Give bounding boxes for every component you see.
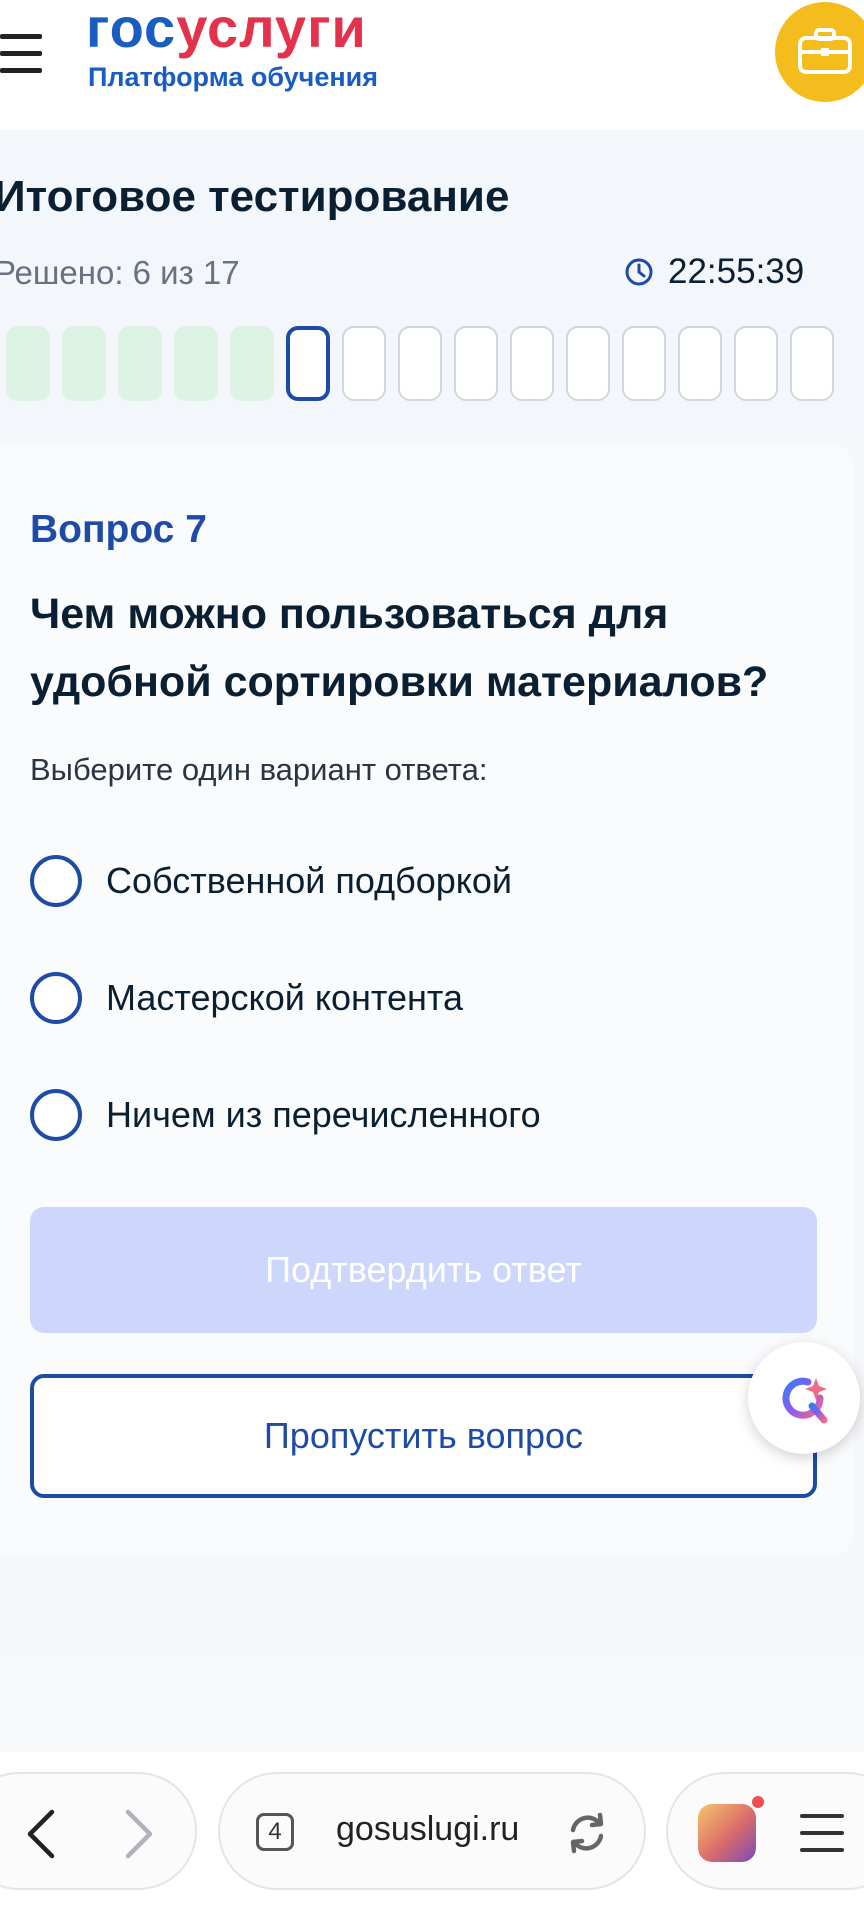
- app-header: госуслуги Платформа обучения: [0, 0, 864, 130]
- progress-cell-answered[interactable]: [118, 326, 162, 401]
- hamburger-icon[interactable]: [0, 34, 44, 74]
- logo[interactable]: госуслуги: [86, 0, 367, 60]
- notification-dot: [752, 1796, 764, 1808]
- logo-part-gos: гос: [86, 0, 177, 59]
- progress-cell-unanswered[interactable]: [622, 326, 666, 401]
- progress-cell-answered[interactable]: [230, 326, 274, 401]
- progress-cell-unanswered[interactable]: [734, 326, 778, 401]
- progress-cell-current[interactable]: [286, 326, 330, 401]
- progress-cell-answered[interactable]: [62, 326, 106, 401]
- question-text: Чем можно пользоваться для удобной сорти…: [30, 590, 769, 706]
- logo-subtitle: Платформа обучения: [88, 62, 379, 92]
- confirm-answer-button[interactable]: Подтвердить ответ: [30, 1207, 817, 1333]
- clock-icon: [625, 258, 653, 286]
- answer-hint: Выберите один вариант ответа:: [30, 752, 488, 787]
- progress-cell-unanswered[interactable]: [454, 326, 498, 401]
- url-text[interactable]: gosuslugi.ru: [336, 1810, 519, 1849]
- reload-icon[interactable]: [564, 1810, 610, 1856]
- avatar[interactable]: [698, 1804, 756, 1862]
- timer: 22:55:39: [624, 252, 804, 292]
- answer-option[interactable]: Мастерской контента: [30, 968, 463, 1028]
- assistant-button[interactable]: [748, 1342, 860, 1454]
- progress-cell-unanswered[interactable]: [342, 326, 386, 401]
- tab-count[interactable]: 4: [256, 1813, 294, 1851]
- progress-cell-unanswered[interactable]: [678, 326, 722, 401]
- progress-cell-answered[interactable]: [174, 326, 218, 401]
- assistant-icon: [782, 1377, 828, 1424]
- option-label: Мастерской контента: [106, 977, 463, 1018]
- progress-cell-answered[interactable]: [6, 326, 50, 401]
- radio-button[interactable]: [30, 855, 82, 907]
- menu-icon[interactable]: [800, 1814, 844, 1854]
- progress-bar: [6, 326, 864, 406]
- skip-question-button[interactable]: Пропустить вопрос: [30, 1374, 817, 1498]
- radio-button[interactable]: [30, 972, 82, 1024]
- page-title: Итоговое тестирование: [0, 172, 510, 221]
- option-label: Ничем из перечисленного: [106, 1094, 541, 1135]
- question-number: Вопрос 7: [30, 508, 207, 551]
- progress-cell-unanswered[interactable]: [510, 326, 554, 401]
- answer-option[interactable]: Собственной подборкой: [30, 851, 512, 911]
- logo-part-uslugi: услуги: [176, 0, 367, 59]
- progress-cell-unanswered[interactable]: [790, 326, 834, 401]
- timer-value: 22:55:39: [668, 252, 805, 291]
- solved-counter: Решено: 6 из 17: [0, 254, 240, 291]
- briefcase-button[interactable]: [775, 2, 864, 102]
- chevron-right-icon[interactable]: [118, 1808, 158, 1860]
- radio-button[interactable]: [30, 1089, 82, 1141]
- briefcase-icon: [798, 28, 852, 74]
- progress-cell-unanswered[interactable]: [398, 326, 442, 401]
- answer-option[interactable]: Ничем из перечисленного: [30, 1085, 541, 1145]
- progress-cell-unanswered[interactable]: [566, 326, 610, 401]
- option-label: Собственной подборкой: [106, 860, 513, 901]
- chevron-left-icon[interactable]: [22, 1808, 62, 1860]
